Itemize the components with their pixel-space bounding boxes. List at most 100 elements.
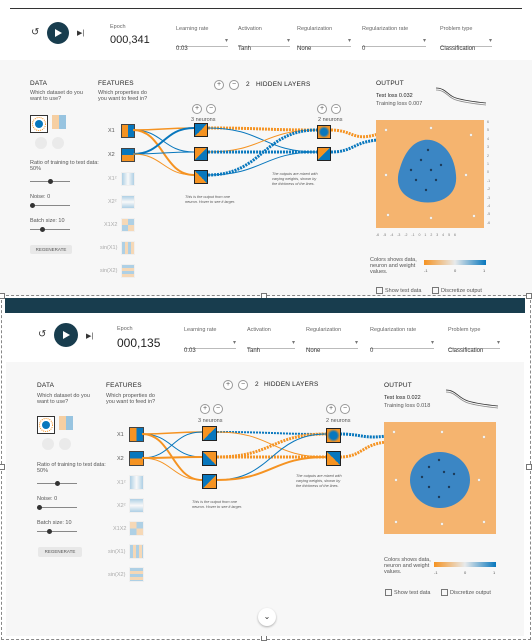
add-neuron-l2-button[interactable]: + [317, 104, 327, 114]
show-test-checkbox-bottom[interactable]: Show test data [385, 589, 430, 596]
dataset-circle-bottom[interactable] [37, 416, 55, 434]
dataset-xor[interactable] [52, 115, 66, 129]
feature-x1x2[interactable] [121, 218, 135, 232]
resize-handle-tr[interactable] [526, 293, 532, 299]
dataset-spiral[interactable] [52, 137, 64, 149]
dataset-spiral-bottom[interactable] [59, 438, 71, 450]
feature-sinx1[interactable] [121, 241, 135, 255]
reset-icon-bottom[interactable]: ↺ [38, 329, 46, 340]
regenerate-button[interactable]: REGENERATE [30, 245, 72, 254]
remove-layer-button[interactable]: − [229, 80, 239, 90]
remove-neuron-l1-button[interactable]: − [206, 104, 216, 114]
neuron-l1-2[interactable] [194, 147, 208, 161]
ratio-slider[interactable] [30, 179, 70, 184]
play-icon-bottom [63, 331, 70, 339]
noise-slider-bottom[interactable] [37, 505, 77, 510]
discretize-checkbox-bottom[interactable]: Discretize output [441, 589, 491, 596]
remove-neuron-l1-button-bottom[interactable]: − [213, 404, 223, 414]
batch-knob[interactable] [40, 227, 45, 232]
feature-label-x2-bottom: X2 [117, 456, 124, 462]
play-button[interactable] [47, 22, 69, 44]
play-button-bottom[interactable] [54, 323, 78, 347]
dataset-gauss[interactable] [35, 137, 47, 149]
noise-slider[interactable] [30, 203, 70, 208]
batch-slider[interactable] [30, 227, 70, 232]
regularization-select[interactable]: None ▾ [297, 37, 351, 52]
remove-layer-button-bottom[interactable]: − [238, 380, 248, 390]
neuron-l1-1[interactable] [194, 123, 208, 137]
hidden-layers-title: HIDDEN LAYERS [256, 81, 311, 88]
show-test-checkbox[interactable]: Show test data [376, 287, 421, 294]
resize-handle-l[interactable] [0, 464, 5, 470]
ratio-knob[interactable] [48, 179, 53, 184]
output-heatmap-bottom [384, 422, 496, 534]
neuron-l1-3-bottom[interactable] [202, 474, 217, 489]
dataset-xor-bottom[interactable] [59, 416, 73, 430]
feature-label-x2sq-bottom: X2² [117, 503, 126, 509]
regenerate-button-bottom[interactable]: REGENERATE [38, 547, 82, 557]
add-layer-button-bottom[interactable]: + [223, 380, 233, 390]
feature-sinx2[interactable] [121, 264, 135, 278]
hidden-layers-title-bottom: HIDDEN LAYERS [264, 381, 319, 388]
feature-x1x2-bottom[interactable] [129, 521, 144, 536]
dataset-gauss-bottom[interactable] [42, 438, 54, 450]
neuron-l1-3[interactable] [194, 170, 208, 184]
neuron-l1-2-bottom[interactable] [202, 451, 217, 466]
dataset-circle[interactable] [30, 115, 48, 133]
noise-label: Noise: 0 [30, 194, 51, 200]
add-layer-button[interactable]: + [214, 80, 224, 90]
feature-sinx2-bottom[interactable] [129, 567, 144, 582]
output-blob-bottom [392, 430, 486, 526]
data-title-bottom: DATA [37, 382, 55, 389]
remove-neuron-l2-button-bottom[interactable]: − [340, 404, 350, 414]
neuron-l2-2[interactable] [317, 147, 331, 161]
activation-select[interactable]: Tanh ▾ [238, 37, 290, 52]
output-blob [384, 126, 476, 220]
step-icon[interactable]: ▶| [77, 29, 84, 37]
regularization-select-bottom[interactable]: None ▾ [306, 339, 358, 354]
resize-handle-r[interactable] [526, 464, 532, 470]
learning-rate-select-bottom[interactable]: 0.03 ▾ [184, 339, 236, 354]
learning-rate-select[interactable]: 0.03 ▾ [176, 37, 228, 52]
weights-note: The outputs are mixed with varying weigh… [272, 172, 318, 186]
show-test-box[interactable] [376, 287, 383, 294]
epoch-label-bottom: Epoch [117, 326, 133, 332]
scale-min-bottom: -1 [434, 570, 438, 575]
problem-type-select[interactable]: Classification ▾ [440, 37, 492, 52]
regularization-rate-select[interactable]: 0 ▾ [362, 37, 426, 52]
activation-select-bottom[interactable]: Tanh ▾ [247, 339, 295, 354]
feature-sinx1-bottom[interactable] [129, 544, 144, 559]
discretize-box[interactable] [432, 287, 439, 294]
test-loss-bottom: Test loss 0.022 [384, 395, 421, 401]
neuron-l1-1-bottom[interactable] [202, 426, 217, 441]
add-neuron-l2-button-bottom[interactable]: + [326, 404, 336, 414]
dataset-circle-icon-bottom [39, 418, 53, 432]
neuron-l2-1[interactable] [317, 125, 331, 139]
show-test-box-bottom[interactable] [385, 589, 392, 596]
add-neuron-l1-button-bottom[interactable]: + [200, 404, 210, 414]
discretize-checkbox[interactable]: Discretize output [432, 287, 482, 294]
neuron-l2-1-bottom[interactable] [326, 428, 341, 443]
epoch-value: 000,341 [110, 34, 150, 46]
activation-label-bottom: Activation [247, 327, 271, 333]
batch-knob-bottom[interactable] [47, 529, 52, 534]
problem-type-select-bottom[interactable]: Classification ▾ [448, 339, 500, 354]
regularization-rate-select-bottom[interactable]: 0 ▾ [370, 339, 434, 354]
ratio-slider-bottom[interactable] [37, 481, 77, 486]
noise-label-bottom: Noise: 0 [37, 496, 58, 502]
chevron-down-icon[interactable]: ⌄ [258, 608, 276, 626]
batch-slider-bottom[interactable] [37, 529, 77, 534]
step-icon-bottom[interactable]: ▶| [86, 332, 93, 340]
ratio-knob-bottom[interactable] [55, 481, 60, 486]
header-bar [5, 298, 525, 313]
noise-knob[interactable] [30, 203, 35, 208]
data-title: DATA [30, 80, 48, 87]
remove-neuron-l2-button[interactable]: − [331, 104, 341, 114]
discretize-box-bottom[interactable] [441, 589, 448, 596]
noise-knob-bottom[interactable] [37, 505, 42, 510]
add-neuron-l1-button[interactable]: + [192, 104, 202, 114]
reset-icon[interactable]: ↺ [31, 27, 39, 38]
neuron-l2-2-bottom[interactable] [326, 451, 341, 466]
loss-curve [436, 87, 486, 106]
feature-label-sinx1: sin(X1) [100, 245, 118, 251]
